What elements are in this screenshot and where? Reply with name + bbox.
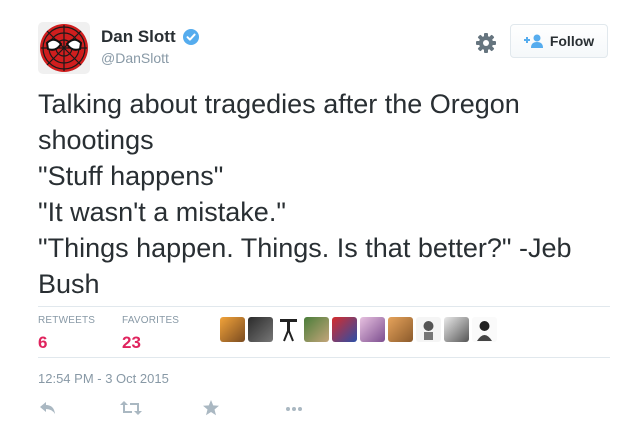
follow-button[interactable]: Follow	[510, 24, 608, 58]
user-handle[interactable]: @DanSlott	[101, 50, 199, 66]
retweet-icon[interactable]	[120, 400, 142, 420]
tweet-line: shootings	[38, 125, 154, 155]
avatar[interactable]	[38, 22, 90, 74]
verified-badge-icon	[183, 29, 200, 45]
favoriter-avatar[interactable]	[416, 317, 441, 342]
tweet-line: "It wasn't a mistake."	[38, 197, 286, 227]
favoriter-avatar[interactable]	[220, 317, 245, 342]
favoriter-avatar[interactable]	[304, 317, 329, 342]
favoriters-list	[220, 317, 497, 342]
favoriter-avatar[interactable]	[248, 317, 273, 342]
favorites-stat[interactable]: FAVORITES 23	[122, 315, 179, 353]
reply-icon[interactable]	[38, 400, 60, 420]
retweets-count: 6	[38, 333, 48, 352]
divider	[38, 306, 610, 307]
retweets-stat[interactable]: RETWEETS 6	[38, 315, 95, 353]
favorites-label: FAVORITES	[122, 315, 180, 326]
spider-man-avatar-icon	[38, 22, 90, 74]
tweet-timestamp[interactable]: 12:54 PM - 3 Oct 2015	[38, 371, 169, 386]
display-name[interactable]: Dan Slott	[101, 27, 176, 47]
favoriter-avatar[interactable]	[388, 317, 413, 342]
tweet-line: Talking about tragedies after the Oregon	[38, 89, 520, 119]
tweet-line: "Stuff happens"	[38, 161, 224, 191]
divider	[38, 357, 610, 358]
favoriter-avatar[interactable]	[444, 317, 469, 342]
follow-label: Follow	[549, 33, 595, 49]
favoriter-avatar[interactable]	[332, 317, 357, 342]
favorite-icon[interactable]	[202, 400, 224, 420]
favoriter-avatar[interactable]	[360, 317, 385, 342]
favoriter-avatar[interactable]	[276, 317, 301, 342]
gear-icon[interactable]	[475, 32, 497, 54]
user-info: Dan Slott @DanSlott	[101, 27, 200, 66]
more-icon[interactable]	[284, 400, 306, 420]
tweet-line: "Things happen. Things. Is that better?"…	[38, 233, 572, 263]
favorites-count: 23	[122, 333, 141, 352]
tweet-line: Bush	[38, 269, 100, 299]
tweet-text: Talking about tragedies after the Oregon…	[38, 86, 618, 302]
add-user-icon	[523, 34, 543, 48]
retweets-label: RETWEETS	[38, 315, 96, 326]
favoriter-avatar[interactable]	[472, 317, 497, 342]
